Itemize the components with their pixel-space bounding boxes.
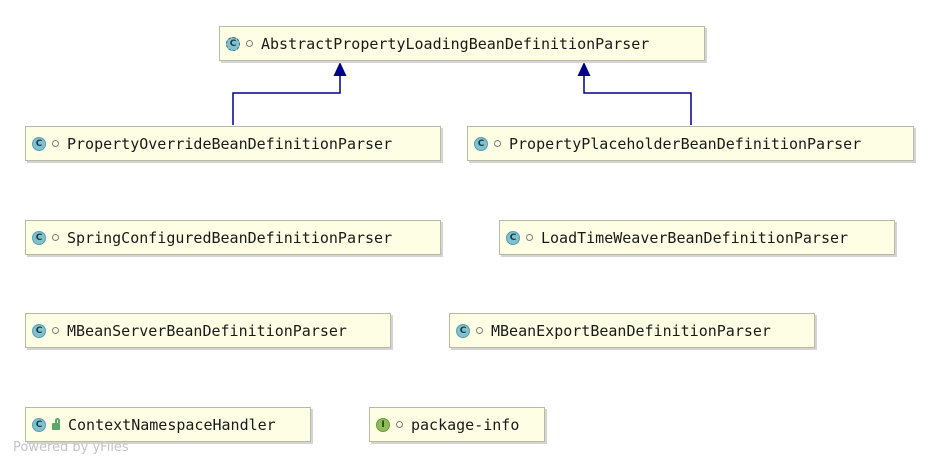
class-diagram-canvas: C AbstractPropertyLoadingBeanDefinitionP… bbox=[0, 0, 940, 468]
edge-override-extends-abstract bbox=[232, 62, 347, 125]
package-private-icon bbox=[396, 421, 403, 428]
node-override-parser[interactable]: C PropertyOverrideBeanDefinitionParser bbox=[25, 126, 441, 161]
edge-line bbox=[232, 75, 341, 125]
node-label: MBeanServerBeanDefinitionParser bbox=[67, 321, 347, 340]
package-private-icon bbox=[52, 140, 59, 147]
node-spring-configured-parser[interactable]: C SpringConfiguredBeanDefinitionParser bbox=[25, 220, 441, 255]
node-label: PropertyOverrideBeanDefinitionParser bbox=[67, 134, 393, 153]
abstract-class-icon: C bbox=[226, 36, 240, 51]
node-namespace-handler[interactable]: C ContextNamespaceHandler bbox=[25, 407, 311, 442]
package-private-icon bbox=[246, 40, 253, 47]
node-label: package-info bbox=[411, 415, 520, 434]
package-private-icon bbox=[52, 327, 59, 334]
node-placeholder-parser[interactable]: C PropertyPlaceholderBeanDefinitionParse… bbox=[467, 126, 914, 161]
class-icon: C bbox=[456, 323, 470, 338]
node-label: LoadTimeWeaverBeanDefinitionParser bbox=[541, 228, 849, 247]
class-icon: C bbox=[32, 230, 46, 245]
node-ltw-parser[interactable]: C LoadTimeWeaverBeanDefinitionParser bbox=[499, 220, 895, 255]
package-private-icon bbox=[52, 234, 59, 241]
edge-line bbox=[583, 75, 692, 125]
class-icon: C bbox=[32, 136, 46, 151]
class-icon: C bbox=[506, 230, 520, 245]
node-mbean-export-parser[interactable]: C MBeanExportBeanDefinitionParser bbox=[449, 313, 815, 348]
node-label: ContextNamespaceHandler bbox=[68, 415, 276, 434]
public-visibility-icon bbox=[52, 418, 60, 430]
interface-icon: I bbox=[376, 417, 390, 432]
node-label: AbstractPropertyLoadingBeanDefinitionPar… bbox=[261, 34, 650, 53]
node-abstract-parser[interactable]: C AbstractPropertyLoadingBeanDefinitionP… bbox=[219, 26, 705, 61]
node-label: SpringConfiguredBeanDefinitionParser bbox=[67, 228, 393, 247]
class-icon: C bbox=[474, 136, 488, 151]
node-label: PropertyPlaceholderBeanDefinitionParser bbox=[509, 134, 862, 153]
node-mbean-server-parser[interactable]: C MBeanServerBeanDefinitionParser bbox=[25, 313, 391, 348]
class-icon: C bbox=[32, 417, 46, 432]
node-package-info[interactable]: I package-info bbox=[369, 407, 545, 442]
yfiles-watermark: Powered by yFiles bbox=[13, 440, 129, 455]
edge-placeholder-extends-abstract bbox=[577, 62, 692, 125]
package-private-icon bbox=[494, 140, 501, 147]
package-private-icon bbox=[526, 234, 533, 241]
node-label: MBeanExportBeanDefinitionParser bbox=[491, 321, 771, 340]
inheritance-arrowhead bbox=[333, 62, 347, 76]
inheritance-arrowhead bbox=[577, 62, 591, 76]
class-icon: C bbox=[32, 323, 46, 338]
package-private-icon bbox=[476, 327, 483, 334]
